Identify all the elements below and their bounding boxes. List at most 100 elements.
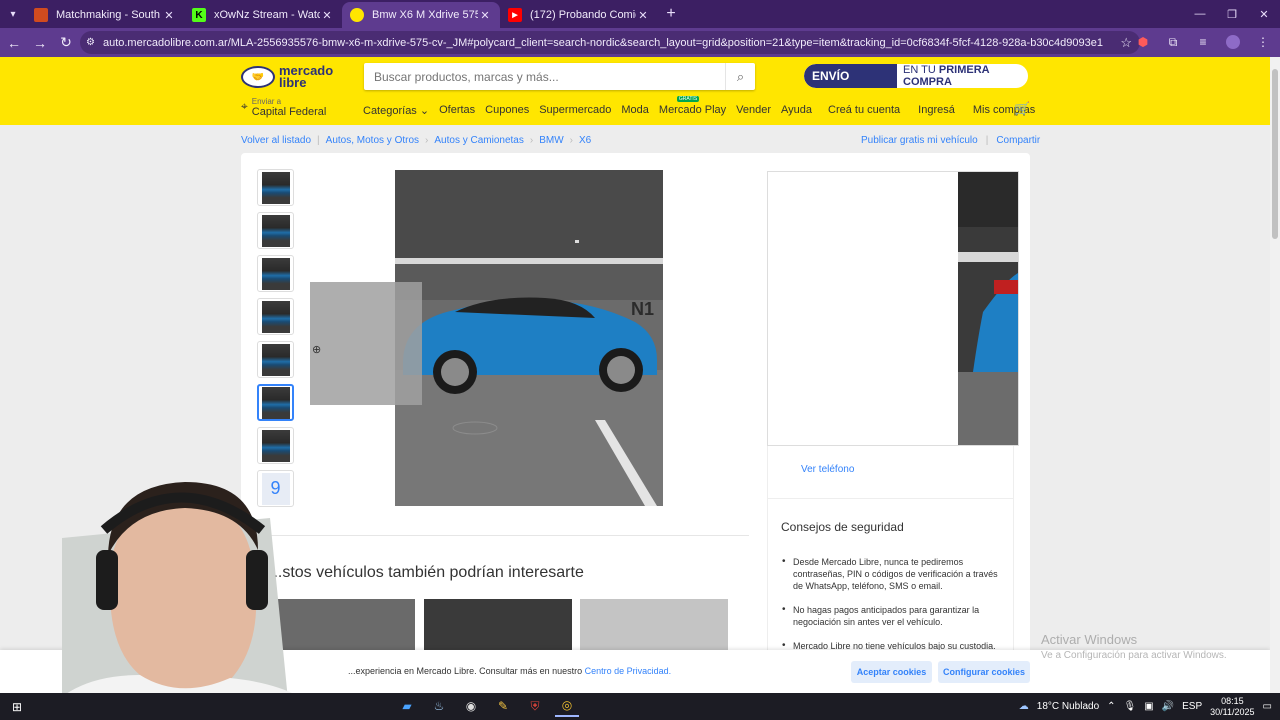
tab-matchmaking[interactable]: Matchmaking - South America ✕ [26,2,184,28]
notifications-icon[interactable]: ▭ [1263,701,1272,712]
page-scrollbar[interactable] [1270,57,1280,693]
profile-avatar[interactable] [1222,31,1244,53]
weather-text[interactable]: 18°C Nublado [1037,701,1099,712]
volume-icon[interactable]: 🔊 [1162,701,1174,712]
login-link[interactable]: Ingresá [918,104,955,116]
separator: | [985,135,989,146]
back-icon[interactable]: ← [2,31,26,55]
promo-secondary: EN TU PRIMERA COMPRA [903,64,990,88]
thumbnail[interactable] [257,169,294,206]
shield-app-icon[interactable]: ⛨ [523,695,547,717]
nav-help[interactable]: Ayuda [781,104,812,117]
close-window-icon[interactable]: ✕ [1248,0,1280,28]
forward-icon[interactable]: → [28,31,52,55]
search-input[interactable] [364,63,714,90]
view-phone-link[interactable]: Ver teléfono [801,464,854,475]
streamer-webcam-image [40,482,330,720]
publish-vehicle-link[interactable]: Publicar gratis mi vehículo [861,135,978,146]
microphone-icon[interactable]: 🎙 [1124,701,1137,712]
windows-start-icon[interactable]: ⊞ [4,697,30,717]
webcam-overlay [0,470,345,720]
safety-tips-list: Desde Mercado Libre, nunca te pediremos … [781,556,1006,664]
nav-categories[interactable]: Categorías ⌄ [363,104,429,117]
mercadolibre-favicon-icon [350,8,364,22]
address-bar[interactable]: ⚙ auto.mercadolibre.com.ar/MLA-255693557… [80,31,1140,54]
close-tab-icon[interactable]: ✕ [162,9,176,22]
breadcrumb-item[interactable]: X6 [579,135,591,146]
nav-fashion[interactable]: Moda [621,104,649,117]
tab-youtube[interactable]: ▶ (172) Probando Comida Callej ✕ [500,2,658,28]
garage-mark: N1 [631,299,654,319]
thumbnail[interactable] [257,341,294,378]
breadcrumb-separator: | [317,135,320,146]
clock[interactable]: 08:15 30/11/2025 [1210,696,1254,718]
site-info-icon[interactable]: ⚙ [86,37,95,48]
thumbnail-image [261,343,290,376]
tab-kick-stream[interactable]: K xOwNz Stream - Watch Live on ✕ [184,2,342,28]
watermark-subtitle: Ve a Configuración para activar Windows. [1041,650,1227,661]
thumbnail-selected[interactable] [257,384,294,421]
nav-sell[interactable]: Vender [736,104,771,117]
restore-icon[interactable]: ❐ [1216,0,1248,28]
steam-icon[interactable]: ♨ [427,695,451,717]
taskbar-app-icon[interactable]: ▰ [395,695,419,717]
zoom-cursor-icon: ⊕ [312,344,322,356]
main-nav: Categorías ⌄ Ofertas Cupones Supermercad… [363,96,812,117]
youtube-favicon-icon: ▶ [508,8,522,22]
chevron-right-icon: › [425,135,429,146]
obs-icon[interactable]: ◉ [459,695,483,717]
cart-icon[interactable]: 🛒 [1014,101,1030,117]
thumbnail[interactable] [257,255,294,292]
nav-coupons[interactable]: Cupones [485,104,529,117]
windows-taskbar: ⊞ ☁ 18°C Nublado ⌃ 🎙 ▣ 🔊 ESP 08:15 30/11… [0,693,1280,720]
language-indicator[interactable]: ESP [1182,701,1202,712]
safety-tip: Desde Mercado Libre, nunca te pediremos … [781,556,1006,592]
free-shipping-banner[interactable]: ENVÍO GRATIS EN TU PRIMERA COMPRA [804,64,1028,88]
main-product-photo[interactable]: N1 [395,170,663,506]
create-account-link[interactable]: Creá tu cuenta [828,104,900,116]
nav-offers[interactable]: Ofertas [439,104,475,117]
configure-cookies-button[interactable]: Configurar cookies [938,661,1030,683]
taskbar-apps: ▰ ♨ ◉ ✎ ⛨ ◎ [395,695,579,717]
tab-title: (172) Probando Comida Callej [530,9,636,21]
scrollbar-thumb[interactable] [1272,69,1278,239]
search-icon[interactable]: ⌕ [725,63,755,90]
thumbnail[interactable] [257,427,294,464]
reload-icon[interactable]: ↻ [54,31,78,55]
nav-supermarket[interactable]: Supermercado [539,104,611,117]
thumbnail[interactable] [257,212,294,249]
back-to-list-link[interactable]: Volver al listado [241,135,311,146]
mercadolibre-logo[interactable]: 🤝 mercado libre [241,64,339,89]
media-control-icon[interactable]: ≡ [1192,31,1214,53]
network-icon[interactable]: ▣ [1144,701,1153,712]
tray-chevron-icon[interactable]: ⌃ [1107,701,1115,712]
tab-search-icon[interactable]: ▾ [0,0,26,28]
weather-icon[interactable]: ☁ [1019,701,1029,712]
accept-cookies-button[interactable]: Aceptar cookies [851,661,932,683]
minimize-icon[interactable]: — [1184,0,1216,28]
browser-menu-icon[interactable]: ⋮ [1252,31,1274,53]
tab-bmw-listing[interactable]: Bmw X6 M Xdrive 575 Cv | Mer ✕ [342,2,500,28]
nav-mercado-play[interactable]: Mercado Play GRATIS [659,96,726,117]
breadcrumb-item[interactable]: Autos y Camionetas [434,135,524,146]
new-tab-icon[interactable]: + [658,5,684,23]
thumbnail-image [261,257,290,290]
thumbnail[interactable] [257,298,294,335]
breadcrumb-item[interactable]: BMW [539,135,563,146]
extensions-puzzle-icon[interactable]: ⧉ [1162,31,1184,53]
url-text: auto.mercadolibre.com.ar/MLA-2556935576-… [102,36,1103,49]
privacy-center-link[interactable]: Centro de Privacidad. [585,666,672,676]
bookmark-star-icon[interactable]: ☆ [1120,35,1132,51]
chrome-icon[interactable]: ◎ [555,695,579,717]
breadcrumb-item[interactable]: Autos, Motos y Otros [326,135,419,146]
share-link[interactable]: Compartir [996,135,1040,146]
browser-toolbar: ← → ↻ ⚙ auto.mercadolibre.com.ar/MLA-255… [0,28,1280,57]
close-tab-icon[interactable]: ✕ [478,9,492,22]
extension-icon[interactable]: ⬢ [1132,31,1154,53]
editor-icon[interactable]: ✎ [491,695,515,717]
location-value: Capital Federal [251,106,327,118]
thumbnail-list: 9 [257,169,294,507]
close-tab-icon[interactable]: ✕ [320,9,334,22]
close-tab-icon[interactable]: ✕ [636,9,650,22]
shipping-location[interactable]: ⌖ Enviar a Capital Federal [241,97,326,118]
